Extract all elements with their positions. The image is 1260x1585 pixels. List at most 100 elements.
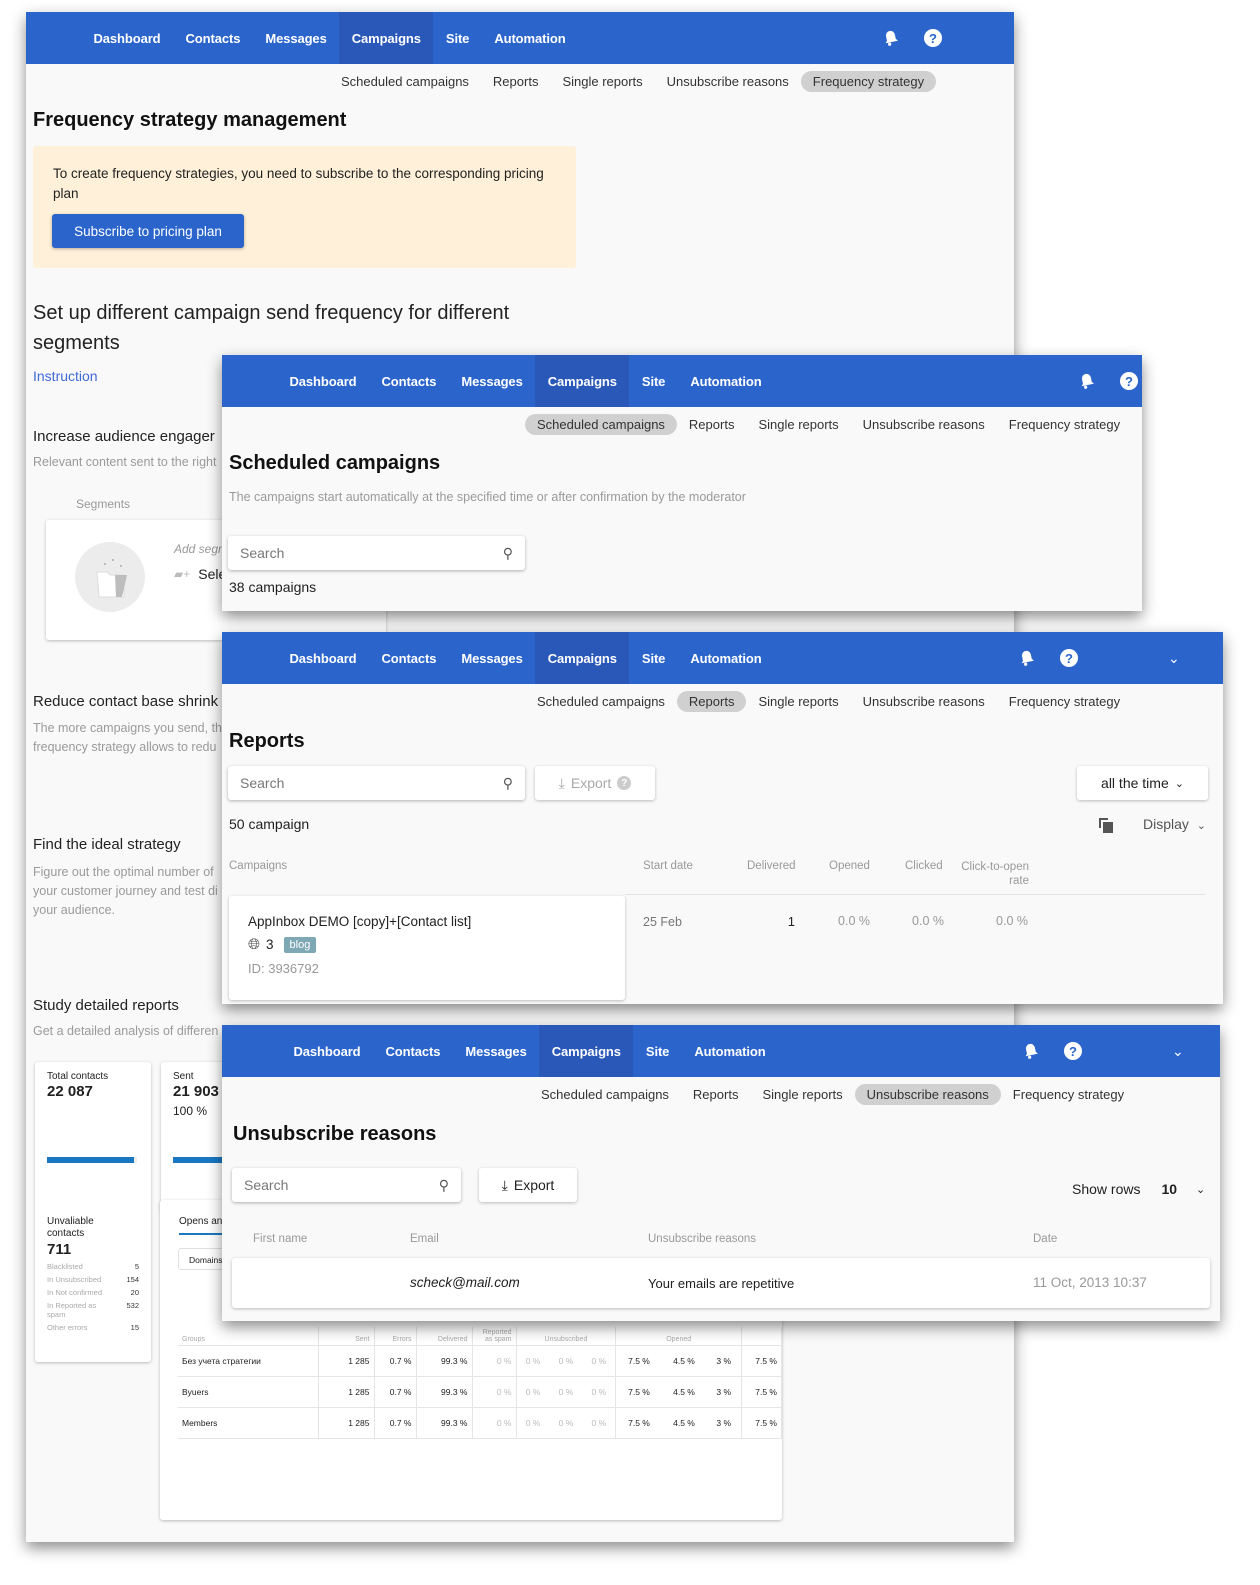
subnav-frequency[interactable]: Frequency strategy xyxy=(997,691,1132,712)
search-input[interactable]: Search ⚲ xyxy=(228,536,525,570)
export-button[interactable]: ⤓ Export ? xyxy=(535,766,655,800)
subnav-frequency[interactable]: Frequency strategy xyxy=(997,414,1132,435)
subnav-scheduled[interactable]: Scheduled campaigns xyxy=(525,691,677,712)
nav-automation[interactable]: Automation xyxy=(682,1025,778,1077)
subnav-single-reports[interactable]: Single reports xyxy=(750,1084,854,1105)
nav-contacts[interactable]: Contacts xyxy=(373,1025,453,1077)
count-label: campaign xyxy=(248,816,310,832)
sub-nav: Scheduled campaigns Reports Single repor… xyxy=(529,1084,1136,1105)
bell-icon[interactable] xyxy=(1018,649,1036,667)
groups-table: Groups Sent Errors Delivered Reported as spa… xyxy=(178,1327,782,1439)
page-subtitle: The campaigns start automatically at the… xyxy=(229,490,746,504)
nav-campaigns[interactable]: Campaigns xyxy=(535,355,630,407)
nav-contacts[interactable]: Contacts xyxy=(173,12,253,64)
subnav-unsubscribe[interactable]: Unsubscribe reasons xyxy=(655,71,801,92)
nav-automation[interactable]: Automation xyxy=(678,355,774,407)
subnav-reports[interactable]: Reports xyxy=(681,1084,751,1105)
row-email: scheck@mail.com xyxy=(410,1275,520,1290)
nav-dashboard[interactable]: Dashboard xyxy=(277,632,369,684)
subnav-frequency[interactable]: Frequency strategy xyxy=(800,71,937,92)
help-icon[interactable]: ? xyxy=(1060,649,1078,667)
search-input[interactable]: Search ⚲ xyxy=(232,1168,461,1202)
groups-cell: 0.7 % xyxy=(374,1376,417,1408)
nav-automation[interactable]: Automation xyxy=(678,632,774,684)
campaign-name[interactable]: AppInbox DEMO [copy]+[Contact list] xyxy=(248,914,471,929)
nav-dashboard[interactable]: Dashboard xyxy=(277,355,369,407)
chevron-down-icon[interactable]: ⌄ xyxy=(1168,650,1180,667)
bell-icon[interactable] xyxy=(1078,372,1096,390)
groups-header-cell: Groups xyxy=(178,1327,319,1346)
groups-cell: 1 285 xyxy=(318,1345,375,1377)
col-date: Date xyxy=(1033,1233,1058,1245)
nav-campaigns[interactable]: Campaigns xyxy=(539,1025,634,1077)
row-clicked: 0.0 % xyxy=(912,914,944,928)
subscribe-button[interactable]: Subscribe to pricing plan xyxy=(52,214,244,248)
export-button[interactable]: ⤓ Export xyxy=(479,1168,577,1202)
nav-messages[interactable]: Messages xyxy=(253,12,339,64)
export-label: Export xyxy=(513,1177,555,1193)
nav-contacts[interactable]: Contacts xyxy=(369,355,449,407)
bell-icon[interactable] xyxy=(882,29,900,47)
help-icon[interactable]: ? xyxy=(1064,1042,1082,1060)
folder-plus-icon: ▰+ xyxy=(174,567,191,581)
groups-cell: 0.7 % xyxy=(374,1407,417,1439)
nav-site[interactable]: Site xyxy=(433,12,481,64)
subnav-scheduled[interactable]: Scheduled campaigns xyxy=(329,71,481,92)
nav-site[interactable]: Site xyxy=(629,632,677,684)
unsubscribe-row[interactable]: scheck@mail.com Your emails are repetiti… xyxy=(232,1258,1210,1308)
subnav-unsubscribe[interactable]: Unsubscribe reasons xyxy=(851,691,997,712)
subnav-single-reports[interactable]: Single reports xyxy=(746,414,850,435)
display-dropdown[interactable]: Display ⌄ xyxy=(1143,816,1206,832)
groups-cell: 3 % xyxy=(706,1345,743,1377)
campaigns-count: 38 campaigns xyxy=(229,579,316,595)
nav-site[interactable]: Site xyxy=(629,355,677,407)
nav-site[interactable]: Site xyxy=(633,1025,681,1077)
campaign-row-card[interactable]: AppInbox DEMO [copy]+[Contact list] 🌐︎ 3… xyxy=(229,896,625,1000)
row-reason: Your emails are repetitive xyxy=(648,1276,795,1291)
groups-cell: Без учета стратегии xyxy=(178,1345,319,1377)
groups-cell: 0 % xyxy=(516,1376,550,1408)
help-circle-icon[interactable]: ? xyxy=(617,776,632,790)
page-title: Unsubscribe reasons xyxy=(233,1123,437,1145)
display-label: Display xyxy=(1143,816,1189,832)
help-icon[interactable]: ? xyxy=(924,29,942,47)
nav-messages[interactable]: Messages xyxy=(453,1025,539,1077)
chevron-down-icon: ⌄ xyxy=(1196,1183,1206,1196)
help-icon[interactable]: ? xyxy=(1120,372,1138,390)
subnav-unsubscribe[interactable]: Unsubscribe reasons xyxy=(851,414,997,435)
bell-icon[interactable] xyxy=(1022,1042,1040,1060)
subnav-unsubscribe[interactable]: Unsubscribe reasons xyxy=(854,1084,1001,1105)
subnav-reports[interactable]: Reports xyxy=(481,71,551,92)
nav-dashboard[interactable]: Dashboard xyxy=(281,1025,373,1077)
period-select[interactable]: all the time ⌄ xyxy=(1077,766,1208,800)
search-input[interactable]: Search ⚲ xyxy=(228,766,525,800)
nav-automation[interactable]: Automation xyxy=(482,12,578,64)
nav-campaigns[interactable]: Campaigns xyxy=(535,632,630,684)
total-contacts-card: Total contacts 22 087 Unvaliable contact… xyxy=(35,1062,151,1362)
instruction-link[interactable]: Instruction xyxy=(33,368,98,384)
subnav-scheduled[interactable]: Scheduled campaigns xyxy=(525,414,677,435)
breakdown-value: 154 xyxy=(126,1275,139,1284)
nav-contacts[interactable]: Contacts xyxy=(369,632,449,684)
row-delivered: 1 xyxy=(787,914,795,929)
subnav-single-reports[interactable]: Single reports xyxy=(746,691,850,712)
nav-dashboard[interactable]: Dashboard xyxy=(81,12,173,64)
groups-cell: Byuers xyxy=(178,1376,319,1408)
subnav-single-reports[interactable]: Single reports xyxy=(550,71,654,92)
count-label: campaigns xyxy=(248,579,317,595)
nav-messages[interactable]: Messages xyxy=(449,632,535,684)
show-rows-select[interactable]: Show rows 10 ⌄ xyxy=(1072,1181,1205,1197)
col-start-date: Start date xyxy=(643,860,693,872)
subnav-reports[interactable]: Reports xyxy=(677,414,747,435)
chevron-down-icon: ⌄ xyxy=(1174,777,1184,790)
nav-messages[interactable]: Messages xyxy=(449,355,535,407)
search-placeholder: Search xyxy=(244,1177,289,1193)
copy-icon[interactable] xyxy=(1099,818,1113,833)
select-segment[interactable]: ▰+ Sele xyxy=(174,566,226,582)
subnav-reports[interactable]: Reports xyxy=(676,691,747,712)
nav-campaigns[interactable]: Campaigns xyxy=(339,12,434,64)
subnav-scheduled[interactable]: Scheduled campaigns xyxy=(529,1084,681,1105)
chevron-down-icon[interactable]: ⌄ xyxy=(1172,1043,1184,1060)
subnav-frequency[interactable]: Frequency strategy xyxy=(1001,1084,1136,1105)
breakdown-value: 15 xyxy=(130,1323,139,1332)
